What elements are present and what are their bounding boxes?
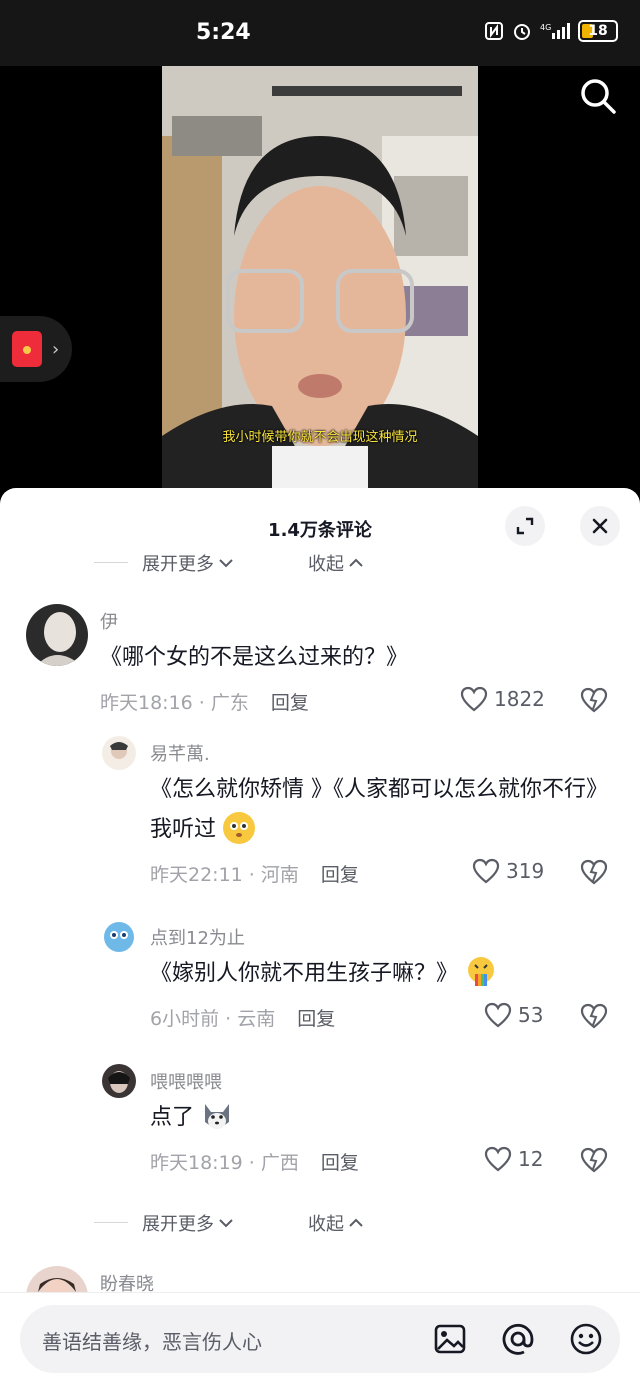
comment-text: 《哪个女的不是这么过来的？》	[100, 645, 409, 670]
rainbow-vomit-emoji-icon	[465, 956, 497, 988]
svg-text:4G: 4G	[540, 23, 551, 32]
status-bar: 5:24 4G 18	[0, 0, 640, 66]
red-packet-icon	[12, 331, 42, 367]
video-area[interactable]: 我小时候带你就不会出现这种情况 ›	[0, 66, 640, 490]
alarm-icon	[514, 24, 530, 40]
collapse-label: 收起	[308, 554, 344, 575]
status-icons: 4G 18	[484, 20, 618, 42]
divider	[94, 1222, 128, 1223]
heart-icon	[460, 686, 488, 712]
status-time: 5:24	[196, 20, 251, 45]
expand-more-button[interactable]: 展开更多	[142, 1210, 234, 1236]
chevron-down-icon	[219, 559, 233, 568]
comment-username[interactable]: 喂喂喂喂	[150, 1068, 222, 1094]
flushed-emoji-icon	[223, 812, 256, 844]
video-subtitle: 我小时候带你就不会出现这种情况	[222, 430, 418, 445]
comment-time: 昨天18:16	[100, 692, 193, 714]
expand-icon	[516, 517, 534, 535]
battery-icon: 18	[578, 20, 618, 42]
heart-icon	[484, 1146, 512, 1172]
comment-text: 《嫁别人你就不用生孩子嘛？》	[150, 954, 497, 994]
comment-input-placeholder: 善语结善缘，恶言伤人心	[42, 1330, 262, 1354]
collapse-label: 收起	[308, 1214, 344, 1235]
like-button[interactable]: 53	[484, 1002, 543, 1028]
close-icon	[592, 518, 608, 534]
mention-icon[interactable]	[500, 1321, 536, 1357]
avatar[interactable]	[102, 1064, 136, 1098]
comment-username[interactable]: 伊	[100, 608, 118, 634]
collapse-button[interactable]: 收起	[308, 550, 364, 576]
like-button[interactable]: 1822	[460, 686, 545, 712]
red-packet-button[interactable]: ›	[0, 316, 72, 382]
nfc-icon	[485, 22, 503, 40]
battery-level: 18	[588, 23, 608, 39]
comment-input-bar: 善语结善缘，恶言伤人心	[0, 1292, 640, 1386]
comment-location: 河南	[260, 864, 299, 886]
signal-icon: 4G	[540, 23, 570, 39]
reply-button[interactable]: 回复	[321, 864, 359, 886]
comment-meta: 昨天22:11 · 河南 回复	[150, 864, 359, 886]
comment-location: 广西	[260, 1152, 299, 1174]
comment-location: 广东	[210, 692, 249, 714]
like-button[interactable]: 319	[472, 858, 544, 884]
comment-text-content: 《怎么就你矫情 》《人家都可以怎么就你不行》 我听过	[150, 777, 608, 842]
avatar[interactable]	[102, 736, 136, 770]
dislike-heart-icon[interactable]	[580, 858, 608, 886]
husky-emoji-icon	[201, 1100, 233, 1132]
chevron-up-icon	[349, 1218, 363, 1227]
collapse-button[interactable]: 收起	[308, 1210, 364, 1236]
comment-sheet: 1.4万条评论 展开更多 收起 伊 《哪个女的不是这么过来的？》 昨天18:16…	[0, 488, 640, 1386]
comment-meta: 昨天18:16 · 广东 回复	[100, 692, 309, 714]
fold-row-bottom: 展开更多 收起	[0, 1208, 640, 1238]
like-count: 1822	[494, 687, 545, 711]
divider	[94, 562, 128, 563]
dislike-heart-icon[interactable]	[580, 1002, 608, 1030]
reply-button[interactable]: 回复	[297, 1008, 335, 1030]
heart-icon	[472, 858, 500, 884]
like-button[interactable]: 12	[484, 1146, 543, 1172]
expand-sheet-button[interactable]	[505, 506, 545, 546]
expand-more-label: 展开更多	[142, 1214, 214, 1235]
reply-button[interactable]: 回复	[271, 692, 309, 714]
image-icon[interactable]	[432, 1321, 468, 1357]
comment-time: 6小时前	[150, 1008, 220, 1030]
comment-text-content: 《嫁别人你就不用生孩子嘛？》	[150, 961, 459, 986]
like-count: 12	[518, 1147, 544, 1171]
fold-row-top: 展开更多 收起	[0, 548, 640, 578]
dislike-heart-icon[interactable]	[580, 686, 608, 714]
comment-location: 云南	[237, 1008, 276, 1030]
avatar[interactable]	[102, 920, 136, 954]
reply-button[interactable]: 回复	[321, 1152, 359, 1174]
comment-text-content: 点了	[150, 1105, 195, 1130]
like-count: 53	[518, 1003, 544, 1027]
dislike-heart-icon[interactable]	[580, 1146, 608, 1174]
like-count: 319	[506, 859, 545, 883]
comment-text: 《怎么就你矫情 》《人家都可以怎么就你不行》 我听过	[150, 770, 620, 850]
comment-username[interactable]: 点到12为止	[150, 924, 245, 950]
close-sheet-button[interactable]	[580, 506, 620, 546]
avatar[interactable]	[26, 604, 88, 666]
comment-time: 昨天18:19	[150, 1152, 243, 1174]
video-frame[interactable]: 我小时候带你就不会出现这种情况	[162, 66, 478, 490]
comment-input[interactable]: 善语结善缘，恶言伤人心	[20, 1305, 620, 1373]
chevron-up-icon	[349, 558, 363, 567]
emoji-icon[interactable]	[568, 1321, 604, 1357]
expand-more-button[interactable]: 展开更多	[142, 550, 234, 576]
comment-username[interactable]: 易芊萬.	[150, 740, 210, 766]
comment-meta: 6小时前 · 云南 回复	[150, 1008, 336, 1030]
chevron-down-icon	[219, 1219, 233, 1228]
expand-more-label: 展开更多	[142, 554, 214, 575]
heart-icon	[484, 1002, 512, 1028]
comment-meta: 昨天18:19 · 广西 回复	[150, 1152, 359, 1174]
search-icon[interactable]	[578, 76, 618, 116]
comment-text: 点了	[150, 1098, 233, 1138]
comment-time: 昨天22:11	[150, 864, 243, 886]
chevron-right-icon: ›	[52, 338, 60, 360]
